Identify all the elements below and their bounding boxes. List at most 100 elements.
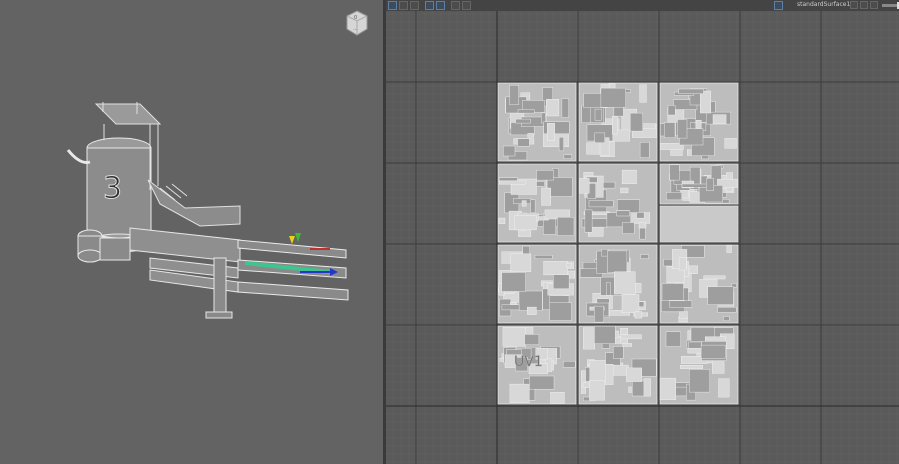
uv-shell xyxy=(566,263,572,268)
viewcube-icon[interactable]: 0 ... xyxy=(346,10,368,36)
uv-shell xyxy=(700,344,726,359)
uv-shell xyxy=(703,275,726,280)
uv-shell xyxy=(626,367,642,382)
uv-shell xyxy=(514,215,537,231)
uv-shell xyxy=(688,265,698,274)
uv-shell xyxy=(616,210,630,217)
uv-shell xyxy=(712,114,727,124)
uv-tile-label: UV1 xyxy=(514,354,543,370)
uv-shell xyxy=(589,360,608,383)
uv-shell xyxy=(667,105,676,116)
uv-layout-icon[interactable] xyxy=(774,1,783,10)
uv-image-icon[interactable] xyxy=(451,1,460,10)
uv-shell xyxy=(681,183,708,188)
uv-shell xyxy=(629,112,643,132)
uv-shell xyxy=(679,311,688,319)
uv-shell xyxy=(641,123,656,129)
uv-shell xyxy=(594,325,616,344)
uv-shell xyxy=(524,334,540,345)
exposure-slider[interactable] xyxy=(882,1,899,9)
tank-number: 3 xyxy=(103,171,122,206)
uv-shell xyxy=(640,254,649,259)
uv-shell xyxy=(726,244,732,253)
uv-camera-icon[interactable] xyxy=(462,1,471,10)
uv-exposure-icon[interactable] xyxy=(860,1,868,9)
uv-shell xyxy=(638,222,647,229)
3d-viewport[interactable]: 3 0 ... xyxy=(0,0,383,464)
uv-shell xyxy=(677,119,688,139)
uv-shell xyxy=(503,145,516,157)
uv-shell xyxy=(707,286,734,305)
uv-shell xyxy=(501,272,526,292)
shader-name[interactable]: standardSurface1 xyxy=(797,1,850,8)
uv-shell xyxy=(695,119,702,129)
uv-shell xyxy=(621,169,637,185)
uv-shell xyxy=(588,200,614,208)
uv-shell xyxy=(580,370,586,394)
uv-shell xyxy=(700,90,712,114)
uv-shell xyxy=(622,222,635,234)
uv-shell xyxy=(515,118,531,124)
uv-editor-panel[interactable]: standardSurface1 UV1 xyxy=(386,0,899,464)
uv-shell xyxy=(498,177,518,182)
uv-shell xyxy=(724,138,737,149)
uv-grid-toggle-icon[interactable] xyxy=(425,1,434,10)
uv-shell xyxy=(584,209,593,233)
uv-shell xyxy=(501,304,520,311)
uv-shell xyxy=(578,178,590,194)
uv-shell xyxy=(620,187,629,194)
uv-shell xyxy=(517,138,530,147)
uv-shell xyxy=(509,84,519,105)
uv-grid[interactable]: UV1 xyxy=(386,11,899,464)
uv-shell xyxy=(586,142,603,155)
uv-shell xyxy=(639,84,647,103)
uv-shell xyxy=(498,180,526,185)
svg-text:0: 0 xyxy=(354,15,357,21)
uv-shell xyxy=(634,311,643,319)
uv-shell xyxy=(545,99,560,117)
uv-shell xyxy=(622,343,632,347)
uv-texture-toggle-icon[interactable] xyxy=(850,1,858,9)
uv-snap-icon[interactable] xyxy=(410,1,419,10)
uv-shell xyxy=(562,361,576,368)
uv-shell xyxy=(689,369,711,393)
uv-shell xyxy=(604,364,614,385)
uv-shell xyxy=(517,109,535,114)
uv-shell xyxy=(621,294,640,313)
uv-shell xyxy=(639,141,650,158)
uv-shell xyxy=(541,187,552,206)
uv-checker-icon[interactable] xyxy=(436,1,445,10)
uv-shell xyxy=(527,133,534,138)
uv-shell xyxy=(543,260,568,276)
uv-shell xyxy=(680,365,703,370)
uv-gamma-icon[interactable] xyxy=(870,1,878,9)
uv-shell xyxy=(606,282,611,296)
uv-shell xyxy=(612,346,624,359)
uv-shell xyxy=(601,249,609,257)
uv-shell xyxy=(530,199,536,213)
uv-shell xyxy=(521,200,527,207)
uv-shell xyxy=(613,271,636,295)
uv-shell xyxy=(600,87,626,108)
wireframe-scene[interactable]: 3 xyxy=(0,0,383,464)
uv-shell xyxy=(659,377,676,401)
uv-shell xyxy=(549,302,572,321)
uv-shell xyxy=(659,205,739,243)
uv-shell xyxy=(723,316,730,321)
uv-shell xyxy=(510,253,532,272)
uv-shell xyxy=(550,392,565,404)
uv-shell-icon[interactable] xyxy=(399,1,408,10)
uv-shell xyxy=(664,122,676,139)
uv-shell xyxy=(611,116,618,135)
uv-shell xyxy=(669,164,680,181)
uv-shell xyxy=(643,378,651,397)
uv-shell xyxy=(547,122,555,141)
uv-shell xyxy=(594,305,605,323)
uv-shell xyxy=(534,254,553,259)
uv-shell xyxy=(563,154,572,160)
uv-shell xyxy=(607,250,628,273)
uv-select-icon[interactable] xyxy=(388,1,397,10)
uv-shell xyxy=(582,327,595,350)
uv-display-controls xyxy=(848,1,899,9)
uv-shell xyxy=(602,181,616,189)
